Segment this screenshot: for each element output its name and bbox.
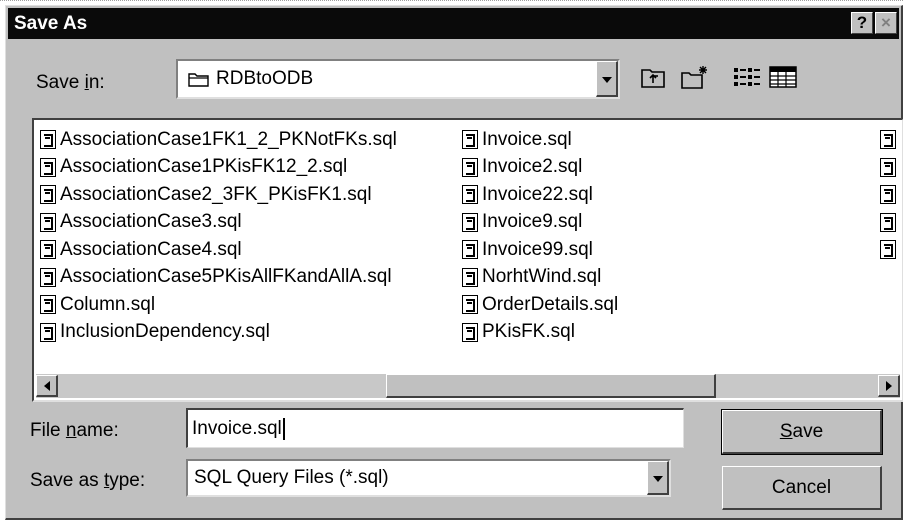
sql-file-icon <box>462 240 478 260</box>
sql-file-icon <box>40 295 56 315</box>
save-in-value: RDBtoODB <box>216 68 314 89</box>
sql-file-icon <box>880 212 896 232</box>
file-name-text: InclusionDependency.sql <box>60 321 270 343</box>
file-list-item-partial[interactable] <box>880 126 900 154</box>
left-arrow-icon <box>43 380 50 391</box>
create-new-folder-button[interactable] <box>678 63 712 95</box>
file-list-item-partial[interactable] <box>880 236 900 264</box>
up-one-level-button[interactable] <box>636 63 670 95</box>
file-name-text: AssociationCase5PKisAllFKandAllA.sql <box>60 266 392 288</box>
save-as-type-value: SQL Query Files (*.sql) <box>194 467 389 488</box>
list-view-icon <box>732 65 762 94</box>
file-list-item[interactable]: PKisFK.sql <box>462 319 618 347</box>
sql-file-icon <box>40 322 56 342</box>
file-name-text: Invoice2.sql <box>482 156 583 178</box>
sql-file-icon <box>40 212 56 232</box>
file-list-item[interactable]: OrderDetails.sql <box>462 291 618 319</box>
sql-file-icon <box>462 157 478 177</box>
details-view-button[interactable] <box>766 63 800 95</box>
save-in-dropdown-button[interactable] <box>596 61 618 97</box>
sql-file-icon <box>880 130 896 150</box>
file-name-text: AssociationCase1FK1_2_PKNotFKs.sql <box>60 128 397 150</box>
file-list-item[interactable]: AssociationCase1FK1_2_PKNotFKs.sql <box>40 126 397 154</box>
file-list-item[interactable]: Invoice.sql <box>462 126 618 154</box>
sql-file-icon <box>40 185 56 205</box>
file-column-3-partial <box>880 126 900 264</box>
sql-file-icon <box>880 185 896 205</box>
file-name-text: Invoice22.sql <box>482 183 593 205</box>
file-name-text: OrderDetails.sql <box>482 293 619 315</box>
file-list-item[interactable]: AssociationCase2_3FK_PKisFK1.sql <box>40 181 397 209</box>
sql-file-icon <box>462 295 478 315</box>
file-name-label: File name: <box>30 420 119 441</box>
file-list-item[interactable]: AssociationCase1PKisFK12_2.sql <box>40 154 397 182</box>
sql-file-icon <box>40 157 56 177</box>
file-list-item-partial[interactable] <box>880 154 900 182</box>
file-list-item-partial[interactable] <box>880 181 900 209</box>
file-name-text: AssociationCase4.sql <box>60 238 242 260</box>
file-list-item-partial[interactable] <box>880 209 900 237</box>
file-name-input[interactable]: Invoice.sql <box>186 408 684 448</box>
file-list-item[interactable]: Invoice9.sql <box>462 209 618 237</box>
file-name-value: Invoice.sql <box>192 417 282 439</box>
file-list-item[interactable]: InclusionDependency.sql <box>40 319 397 347</box>
horizontal-scrollbar[interactable] <box>36 374 900 398</box>
save-in-combo[interactable]: RDBtoODB <box>176 59 620 99</box>
up-folder-icon <box>640 65 666 94</box>
sql-file-icon <box>462 130 478 150</box>
file-name-text: Column.sql <box>60 293 156 315</box>
file-name-text: AssociationCase2_3FK_PKisFK1.sql <box>60 183 372 205</box>
scroll-right-button[interactable] <box>878 375 900 397</box>
sql-file-icon <box>40 267 56 287</box>
title-bar[interactable]: Save As ? × <box>8 8 899 39</box>
desktop-dotted-border <box>0 0 903 4</box>
file-list-item[interactable]: AssociationCase3.sql <box>40 209 397 237</box>
scroll-left-button[interactable] <box>36 375 58 397</box>
file-name-text: Invoice99.sql <box>482 238 593 260</box>
right-arrow-icon <box>885 380 892 391</box>
file-name-text: AssociationCase1PKisFK12_2.sql <box>60 156 348 178</box>
file-list-item[interactable]: Invoice2.sql <box>462 154 618 182</box>
file-name-text: AssociationCase3.sql <box>60 211 242 233</box>
file-list[interactable]: AssociationCase1FK1_2_PKNotFKs.sql Associ… <box>32 118 903 402</box>
scrollbar-thumb[interactable] <box>386 374 716 398</box>
sql-file-icon <box>40 240 56 260</box>
file-list-item[interactable]: AssociationCase5PKisAllFKandAllA.sql <box>40 264 397 292</box>
help-button[interactable]: ? <box>851 12 873 34</box>
sql-file-icon <box>40 130 56 150</box>
details-view-icon <box>768 65 798 94</box>
file-column-2: Invoice.sql Invoice2.sql Invoice22.sql Invo… <box>462 126 618 346</box>
list-view-button[interactable] <box>730 63 764 95</box>
sql-file-icon <box>880 157 896 177</box>
save-as-type-label: Save as type: <box>30 470 146 491</box>
folder-icon <box>188 71 210 87</box>
cancel-button[interactable]: Cancel <box>722 466 882 510</box>
file-column-1: AssociationCase1FK1_2_PKNotFKs.sql Associ… <box>40 126 397 346</box>
file-name-text: PKisFK.sql <box>482 321 575 343</box>
save-as-dialog: Save As ? × Save in: RDBtoODB Associatio… <box>5 5 903 520</box>
close-button[interactable]: × <box>875 12 897 34</box>
file-list-item[interactable]: Column.sql <box>40 291 397 319</box>
sql-file-icon <box>462 185 478 205</box>
file-list-item[interactable]: Invoice22.sql <box>462 181 618 209</box>
save-button[interactable]: Save <box>721 409 883 455</box>
dialog-title: Save As <box>14 12 88 34</box>
text-caret <box>282 417 285 440</box>
file-name-text: NorhtWind.sql <box>482 266 602 288</box>
file-list-item[interactable]: Invoice99.sql <box>462 236 618 264</box>
save-in-label: Save in: <box>36 72 105 93</box>
sql-file-icon <box>462 267 478 287</box>
new-folder-icon <box>680 64 710 95</box>
save-as-type-combo[interactable]: SQL Query Files (*.sql) <box>186 459 671 497</box>
file-list-item[interactable]: AssociationCase4.sql <box>40 236 397 264</box>
file-name-text: Invoice9.sql <box>482 211 583 233</box>
file-name-text: Invoice.sql <box>482 128 572 150</box>
save-as-type-dropdown-button[interactable] <box>647 461 669 495</box>
sql-file-icon <box>880 240 896 260</box>
sql-file-icon <box>462 212 478 232</box>
sql-file-icon <box>462 322 478 342</box>
file-list-item[interactable]: NorhtWind.sql <box>462 264 618 292</box>
